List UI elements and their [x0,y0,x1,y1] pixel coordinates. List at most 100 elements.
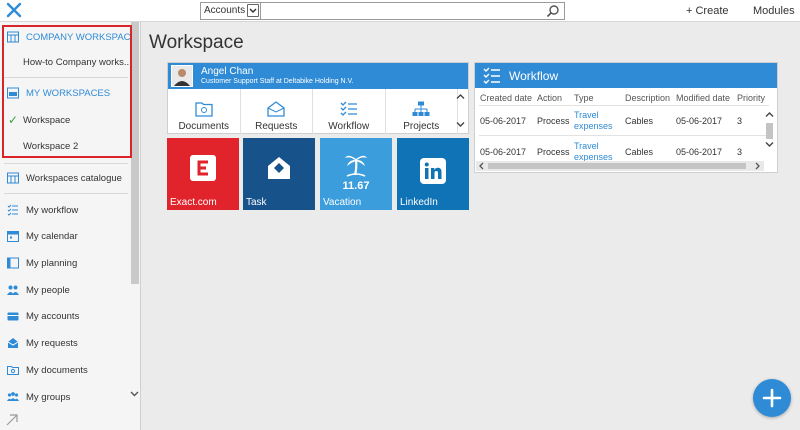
profile-name[interactable]: Angel Chan [201,66,253,77]
divider [479,135,769,136]
search-bar: Accounts [200,2,565,20]
shortcut-documents[interactable]: Documents [168,89,241,134]
sidebar-item-my-accounts[interactable]: My accounts [0,303,130,329]
cell-modified: 05-06-2017 [676,116,723,126]
sidebar-item-my-groups[interactable]: My groups [0,384,130,410]
sidebar-item-label: My workflow [26,204,79,216]
cell-type-link[interactable]: Travel expenses [574,141,613,163]
sidebar-item-my-workflow[interactable]: My workflow [0,197,130,223]
shortcut-label: Projects [403,121,440,132]
column-header[interactable]: Type [574,93,594,103]
scroll-thumb[interactable] [488,163,746,169]
shortcut-label: Workflow [328,121,370,132]
search-scope-select[interactable]: Accounts [201,3,261,19]
sidebar-item-label: My planning [26,257,78,269]
tile-exact[interactable]: Exact.com [167,138,239,210]
cell-modified: 05-06-2017 [676,147,723,157]
scroll-thumb[interactable] [766,123,773,139]
cell-created: 05-06-2017 [480,147,527,157]
accounts-icon [7,312,19,321]
tile-label: Task [246,197,267,208]
profile-card: Angel Chan Customer Support Staff at Del… [167,62,469,134]
chevron-up-icon[interactable] [765,111,774,118]
sidebar-item-my-documents[interactable]: My documents [0,357,130,383]
sidebar-item-my-planning[interactable]: My planning [0,250,130,276]
cell-description: Cables [625,147,654,157]
task-icon [268,157,290,179]
cell-action: Process [537,147,570,157]
documents-icon [7,366,19,375]
search-input[interactable] [263,3,543,19]
top-bar: Accounts + Create Modules [0,0,800,22]
requests-icon [7,338,19,348]
grid-icon [7,172,19,184]
requests-icon [267,101,285,117]
chevron-left-icon[interactable] [478,162,485,170]
add-button[interactable] [753,379,791,417]
tile-vacation[interactable]: 11.67 Vacation [320,138,392,210]
sidebar-item-label: My accounts [26,310,80,322]
cell-created: 05-06-2017 [480,116,527,126]
sidebar-item-my-requests[interactable]: My requests [0,330,130,356]
highlight-annotation [2,25,132,158]
sidebar-item-workspaces-catalogue[interactable]: Workspaces catalogue [0,165,130,191]
sidebar-item-label: My documents [26,364,88,376]
sidebar: COMPANY WORKSPACES How-to Company works.… [0,22,141,430]
linkedin-icon [420,158,446,184]
sidebar-item-label: My people [26,284,70,296]
column-header[interactable]: Description [625,93,670,103]
chevron-down-icon[interactable] [130,390,139,398]
tile-label: Exact.com [170,197,217,208]
chevron-up-icon[interactable] [456,93,465,100]
palm-tree-icon [345,155,367,177]
search-icon[interactable] [546,4,560,18]
page-title: Workspace [149,32,244,53]
workflow-horizontal-scrollbar[interactable] [476,161,764,171]
column-header[interactable]: Created date [480,93,532,103]
divider [4,193,128,194]
divider [479,105,769,106]
projects-icon [412,101,430,116]
vacation-balance: 11.67 [342,180,370,192]
tile-label: LinkedIn [400,197,438,208]
profile-header: Angel Chan Customer Support Staff at Del… [168,63,468,89]
workflow-icon [340,101,357,116]
shortcut-requests[interactable]: Requests [241,89,313,134]
shortcut-scroller[interactable] [456,91,466,133]
workflow-card: Workflow Created date Action Type Descri… [474,62,778,173]
sidebar-item-my-people[interactable]: My people [0,277,130,303]
calendar-icon [7,231,19,242]
expand-icon[interactable] [6,414,18,426]
chevron-right-icon[interactable] [754,162,761,170]
workflow-header: Workflow [475,63,777,88]
shortcut-bar: Documents Requests Workflow Projects [168,89,458,134]
create-button[interactable]: + Create [686,5,729,17]
workflow-vertical-scrollbar[interactable] [764,101,776,161]
avatar[interactable] [171,65,193,87]
tile-task[interactable]: Task [243,138,315,210]
groups-icon [7,392,19,401]
column-header[interactable]: Action [537,93,562,103]
plus-icon [762,388,782,408]
planning-icon [7,257,19,269]
close-x-icon[interactable] [6,2,22,18]
shortcut-workflow[interactable]: Workflow [313,89,386,134]
workflow-icon [7,204,18,216]
sidebar-item-label: My requests [26,337,78,349]
shortcut-projects[interactable]: Projects [386,89,458,134]
people-icon [7,285,19,295]
chevron-down-icon[interactable] [247,4,259,17]
sidebar-scrollbar[interactable] [131,22,139,284]
column-header[interactable]: Modified date [676,93,730,103]
chevron-down-icon[interactable] [456,121,465,128]
tile-linkedin[interactable]: LinkedIn [397,138,469,210]
shortcut-label: Documents [178,121,230,132]
cell-type-line: expenses [574,121,613,131]
cell-priority: 3 [737,116,743,126]
column-header[interactable]: Priority [737,93,765,103]
cell-type-link[interactable]: Travel expenses [574,110,613,132]
chevron-down-icon[interactable] [765,141,774,148]
sidebar-item-my-calendar[interactable]: My calendar [0,223,130,249]
modules-button[interactable]: Modules [753,5,795,17]
sidebar-item-label: Workspaces catalogue [26,172,122,184]
